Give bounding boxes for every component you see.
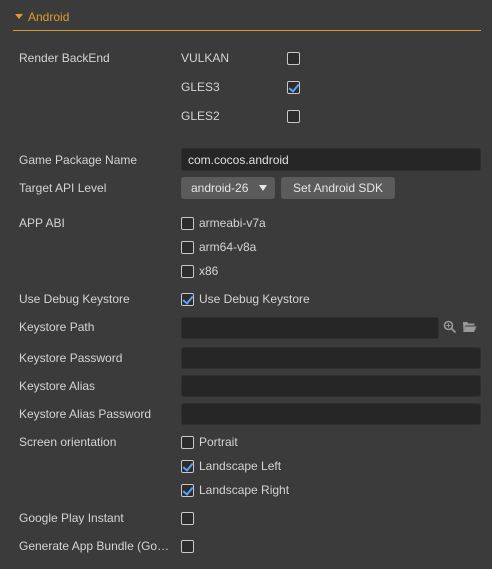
landscape-left-label: Landscape Left (199, 459, 282, 473)
caret-down-icon (15, 14, 23, 19)
chevron-down-icon (259, 185, 267, 191)
gles3-label: GLES3 (181, 80, 220, 94)
keystore-alias-password-label: Keystore Alias Password (19, 407, 152, 421)
arm64-v8a-label: arm64-v8a (199, 240, 257, 254)
google-play-instant-checkbox[interactable] (181, 512, 194, 525)
keystore-path-label: Keystore Path (19, 320, 95, 334)
android-section-header[interactable]: Android (13, 8, 481, 31)
checkmark-icon (182, 484, 194, 496)
landscape-left-checkbox[interactable] (181, 460, 194, 473)
landscape-right-checkbox[interactable] (181, 484, 194, 497)
search-icon[interactable] (443, 320, 459, 336)
app-abi-label: APP ABI (19, 216, 65, 230)
keystore-alias-label: Keystore Alias (19, 379, 96, 393)
game-package-name-field[interactable]: com.cocos.android (181, 148, 481, 171)
generate-app-bundle-label: Generate App Bundle (Go… (19, 539, 170, 553)
use-debug-keystore-checkbox[interactable] (181, 293, 194, 306)
keystore-password-label: Keystore Password (19, 351, 123, 365)
gles2-checkbox[interactable] (287, 110, 300, 123)
armeabi-v7a-checkbox[interactable] (181, 217, 194, 230)
gles2-label: GLES2 (181, 109, 220, 123)
portrait-label: Portrait (199, 435, 238, 449)
keystore-password-field[interactable] (181, 347, 481, 369)
landscape-right-label: Landscape Right (199, 483, 290, 497)
checkmark-icon (288, 81, 300, 93)
use-debug-keystore-option-label: Use Debug Keystore (199, 292, 310, 306)
gles3-checkbox[interactable] (287, 81, 300, 94)
x86-label: x86 (199, 264, 219, 278)
vulkan-checkbox[interactable] (287, 52, 300, 65)
checkmark-icon (182, 460, 194, 472)
render-backend-label: Render BackEnd (19, 51, 110, 65)
game-package-name-value: com.cocos.android (188, 153, 289, 167)
google-play-instant-label: Google Play Instant (19, 511, 124, 525)
set-android-sdk-button[interactable]: Set Android SDK (281, 177, 395, 199)
vulkan-label: VULKAN (181, 51, 230, 65)
use-debug-keystore-label: Use Debug Keystore (19, 292, 130, 306)
generate-app-bundle-checkbox[interactable] (181, 540, 194, 553)
screen-orientation-label: Screen orientation (19, 435, 117, 449)
armeabi-v7a-label: armeabi-v7a (199, 216, 266, 230)
target-api-level-value: android-26 (191, 181, 249, 195)
keystore-alias-password-field[interactable] (181, 403, 481, 425)
section-title: Android (28, 10, 70, 24)
keystore-alias-field[interactable] (181, 375, 481, 397)
arm64-v8a-checkbox[interactable] (181, 241, 194, 254)
portrait-checkbox[interactable] (181, 436, 194, 449)
keystore-path-field[interactable] (181, 317, 439, 339)
folder-icon[interactable] (462, 320, 478, 336)
checkmark-icon (182, 293, 194, 305)
target-api-level-select[interactable]: android-26 (181, 177, 275, 199)
game-package-name-label: Game Package Name (19, 153, 138, 167)
x86-checkbox[interactable] (181, 265, 194, 278)
target-api-level-label: Target API Level (19, 181, 107, 195)
